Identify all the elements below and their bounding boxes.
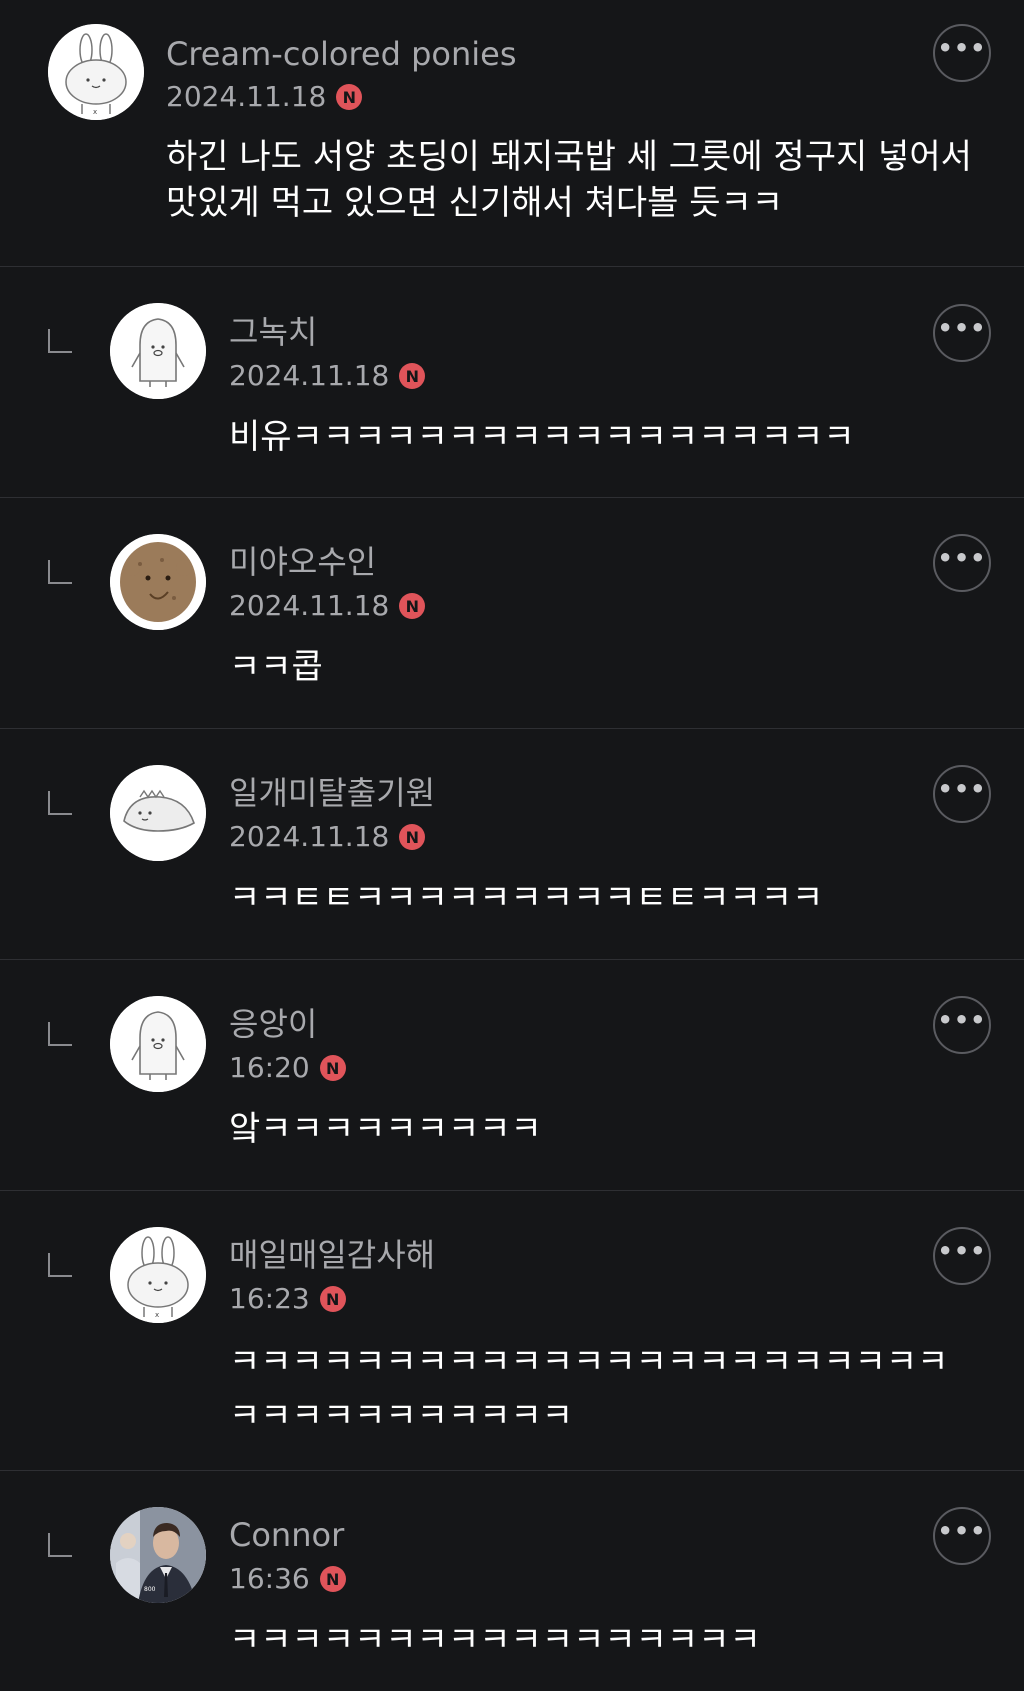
new-badge: N [319,1286,346,1312]
reply-indicator-icon [48,1022,72,1046]
comment-item: x Cream-colored ponies 2024.11.18 N 하긴 나… [0,0,1024,267]
author-name[interactable]: 응앙이 [229,1004,317,1044]
more-icon: ••• [937,775,987,803]
comment-item: 미야오수인 2024.11.18 N ㅋㅋ콥 ••• [0,498,1024,729]
comment-date: 2024.11.18 [229,359,390,392]
portrait-avatar[interactable]: 800 [110,1507,206,1603]
comment-meta: 16:23 N [229,1281,346,1317]
more-icon: ••• [937,34,987,62]
comment-date: 2024.11.18 [166,80,327,113]
new-badge: N [399,593,426,619]
more-options-button[interactable]: ••• [933,1227,991,1285]
more-options-button[interactable]: ••• [933,304,991,362]
svg-text:x: x [155,1311,159,1319]
comment-text: ㅋㅋ콥 [229,647,323,687]
reply-indicator-icon [48,329,72,353]
author-name[interactable]: 미야오수인 [229,542,376,582]
more-icon: ••• [937,1237,987,1265]
comment-text: 비유ㅋㅋㅋㅋㅋㅋㅋㅋㅋㅋㅋㅋㅋㅋㅋㅋㅋㅋ [229,417,855,457]
more-options-button[interactable]: ••• [933,765,991,823]
comment-item: 그녹치 2024.11.18 N 비유ㅋㅋㅋㅋㅋㅋㅋㅋㅋㅋㅋㅋㅋㅋㅋㅋㅋㅋ ••… [0,267,1024,498]
more-icon: ••• [937,1517,987,1545]
comment-meta: 2024.11.18 N [229,819,426,855]
more-options-button[interactable]: ••• [933,24,991,82]
penguin-avatar[interactable] [110,303,206,399]
new-badge: N [336,84,363,110]
comment-text: ㅋㅋㅋㅋㅋㅋㅋㅋㅋㅋㅋㅋㅋㅋㅋㅋㅋ [229,1620,761,1660]
comment-item: 800 Connor 16:36 N ㅋㅋㅋㅋㅋㅋㅋㅋㅋㅋㅋㅋㅋㅋㅋㅋㅋ ••• [0,1471,1024,1691]
comment-text: 앜ㅋㅋㅋㅋㅋㅋㅋㅋㅋ [229,1109,542,1149]
new-badge: N [399,824,426,850]
new-badge: N [399,363,426,389]
comment-text: ㅋㅋㅋㅋㅋㅋㅋㅋㅋㅋㅋㅋㅋㅋㅋㅋㅋㅋㅋㅋㅋㅋㅋㅋㅋㅋㅋㅋㅋㅋㅋㅋㅋㅋ [229,1342,949,1436]
reply-indicator-icon [48,1533,72,1557]
svg-text:x: x [93,108,97,116]
penguin-avatar[interactable] [110,996,206,1092]
author-name[interactable]: 매일매일감사해 [229,1235,435,1275]
more-icon: ••• [937,544,987,572]
comment-date: 16:23 [229,1282,310,1315]
rabbit-avatar[interactable]: x [48,24,144,120]
comment-date: 2024.11.18 [229,589,390,622]
comment-item: 일개미탈출기원 2024.11.18 N ㅋㅋㅌㅌㅋㅋㅋㅋㅋㅋㅋㅋㅋㅌㅌㅋㅋㅋㅋ… [0,729,1024,960]
comment-meta: 2024.11.18 N [229,358,426,394]
comment-date: 16:20 [229,1051,310,1084]
comment-text: ㅋㅋㅌㅌㅋㅋㅋㅋㅋㅋㅋㅋㅋㅌㅌㅋㅋㅋㅋ [229,878,824,918]
dinosaur-avatar[interactable] [110,765,206,861]
new-badge: N [319,1566,346,1592]
comment-date: 16:36 [229,1562,310,1595]
comment-item: 응앙이 16:20 N 앜ㅋㅋㅋㅋㅋㅋㅋㅋㅋ ••• [0,960,1024,1191]
author-name[interactable]: Connor [229,1515,344,1555]
reply-indicator-icon [48,560,72,584]
reply-indicator-icon [48,791,72,815]
author-name[interactable]: 그녹치 [229,312,317,352]
comment-item: x 매일매일감사해 16:23 N ㅋㅋㅋㅋㅋㅋㅋㅋㅋㅋㅋㅋㅋㅋㅋㅋㅋㅋㅋㅋㅋㅋ… [0,1191,1024,1471]
more-icon: ••• [937,1006,987,1034]
comment-meta: 2024.11.18 N [166,79,363,115]
author-name[interactable]: 일개미탈출기원 [229,773,435,813]
svg-text:800: 800 [144,1586,156,1593]
more-icon: ••• [937,314,987,342]
more-options-button[interactable]: ••• [933,1507,991,1565]
comment-feed: x Cream-colored ponies 2024.11.18 N 하긴 나… [0,0,1024,1691]
comment-meta: 16:36 N [229,1561,346,1597]
comment-date: 2024.11.18 [229,820,390,853]
comment-meta: 16:20 N [229,1050,346,1086]
comment-meta: 2024.11.18 N [229,588,426,624]
brown-creature-avatar[interactable] [110,534,206,630]
rabbit-avatar[interactable]: x [110,1227,206,1323]
more-options-button[interactable]: ••• [933,996,991,1054]
reply-indicator-icon [48,1253,72,1277]
author-name[interactable]: Cream-colored ponies [166,34,517,74]
new-badge: N [319,1055,346,1081]
more-options-button[interactable]: ••• [933,534,991,592]
comment-text: 하긴 나도 서양 초딩이 돼지국밥 세 그릇에 정구지 넣어서 맛있게 먹고 있… [166,137,972,223]
